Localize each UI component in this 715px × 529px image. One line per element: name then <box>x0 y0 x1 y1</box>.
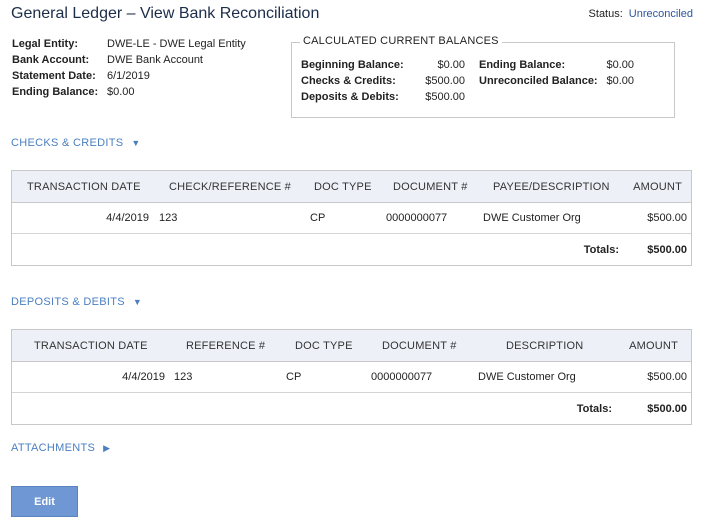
caret-down-icon: ▼ <box>131 138 141 148</box>
legal-entity-value: DWE-LE - DWE Legal Entity <box>107 38 246 50</box>
edit-button[interactable]: Edit <box>11 486 78 517</box>
beginning-balance-label: Beginning Balance: <box>301 59 404 71</box>
column-header-transaction-date[interactable]: TRANSACTION DATE <box>27 171 141 202</box>
legal-entity-row: Legal Entity: DWE-LE - DWE Legal Entity <box>12 36 246 52</box>
calc-ending-balance-value: $0.00 <box>606 59 634 71</box>
legal-entity-label: Legal Entity: <box>12 38 79 50</box>
reconciliation-info: Legal Entity: DWE-LE - DWE Legal Entity B… <box>12 36 246 100</box>
bank-account-label: Bank Account: <box>12 54 90 66</box>
balances-column-right: Ending Balance: $0.00 Unreconciled Balanc… <box>479 57 634 89</box>
attachments-toggle[interactable]: ATTACHMENTS ▶ <box>11 442 110 454</box>
cell-doc-type: CP <box>310 212 326 224</box>
balances-column-left: Beginning Balance: $0.00 Checks & Credits… <box>301 57 465 105</box>
column-header-doc-type[interactable]: DOC TYPE <box>295 330 353 361</box>
cell-document-number: 0000000077 <box>371 371 433 383</box>
column-header-transaction-date[interactable]: TRANSACTION DATE <box>34 330 148 361</box>
deposits-debits-table: TRANSACTION DATE REFERENCE # DOC TYPE DO… <box>11 329 692 425</box>
status-indicator: Status: Unreconciled <box>589 8 693 20</box>
ending-balance-value: $0.00 <box>107 86 135 98</box>
cell-document-number: 0000000077 <box>386 212 448 224</box>
table-header: TRANSACTION DATE REFERENCE # DOC TYPE DO… <box>12 330 691 362</box>
column-header-amount[interactable]: AMOUNT <box>607 330 678 361</box>
cell-amount: $500.00 <box>647 371 687 383</box>
statement-date-value: 6/1/2019 <box>107 70 150 82</box>
caret-down-icon: ▼ <box>132 297 143 307</box>
checks-credits-value: $500.00 <box>425 75 465 87</box>
attachments-section-label: ATTACHMENTS <box>11 442 96 454</box>
caret-right-icon: ▶ <box>103 443 111 453</box>
statement-date-label: Statement Date: <box>12 70 96 82</box>
deposits-debits-section-label: DEPOSITS & DEBITS <box>11 296 125 308</box>
table-row: 4/4/2019 123 CP 0000000077 DWE Customer … <box>12 203 691 234</box>
totals-row: Totals: $500.00 <box>12 393 691 424</box>
cell-check-reference: 123 <box>159 212 178 224</box>
column-header-reference[interactable]: REFERENCE # <box>186 330 265 361</box>
ending-balance-label: Ending Balance: <box>12 86 99 98</box>
checks-credits-toggle[interactable]: CHECKS & CREDITS ▼ <box>11 137 141 149</box>
calc-ending-balance-label: Ending Balance: <box>479 59 566 71</box>
deposits-debits-label: Deposits & Debits: <box>301 91 399 103</box>
checks-credits-section-label: CHECKS & CREDITS <box>11 137 124 149</box>
ending-balance-row: Ending Balance: $0.00 <box>12 84 246 100</box>
page-title: General Ledger – View Bank Reconciliatio… <box>11 5 320 22</box>
column-header-document-number[interactable]: DOCUMENT # <box>393 171 468 202</box>
beginning-balance-value: $0.00 <box>437 59 465 71</box>
cell-doc-type: CP <box>286 371 302 383</box>
totals-label: Totals: <box>583 243 619 256</box>
cell-amount: $500.00 <box>647 212 687 224</box>
deposits-debits-value: $500.00 <box>425 91 465 103</box>
cell-description: DWE Customer Org <box>478 371 576 383</box>
totals-value: $500.00 <box>647 243 687 256</box>
deposits-debits-toggle[interactable]: DEPOSITS & DEBITS ▼ <box>11 296 142 308</box>
status-label: Status: <box>588 8 623 20</box>
table-header: TRANSACTION DATE CHECK/REFERENCE # DOC T… <box>12 171 691 203</box>
totals-row: Totals: $500.00 <box>12 234 691 265</box>
column-header-description[interactable]: DESCRIPTION <box>506 330 583 361</box>
cell-transaction-date: 4/4/2019 <box>122 371 165 383</box>
cell-transaction-date: 4/4/2019 <box>106 212 149 224</box>
unreconciled-balance-value: $0.00 <box>606 75 634 87</box>
column-header-document-number[interactable]: DOCUMENT # <box>382 330 457 361</box>
calculated-balances-panel: CALCULATED CURRENT BALANCES Beginning Ba… <box>291 35 675 118</box>
status-value: Unreconciled <box>628 8 693 20</box>
checks-credits-table: TRANSACTION DATE CHECK/REFERENCE # DOC T… <box>11 170 692 266</box>
unreconciled-balance-label: Unreconciled Balance: <box>479 75 598 87</box>
totals-label: Totals: <box>576 402 612 415</box>
calculated-balances-legend: CALCULATED CURRENT BALANCES <box>300 35 502 47</box>
column-header-payee-description[interactable]: PAYEE/DESCRIPTION <box>493 171 610 202</box>
column-header-doc-type[interactable]: DOC TYPE <box>314 171 372 202</box>
bank-account-value: DWE Bank Account <box>107 54 203 66</box>
cell-reference: 123 <box>174 371 193 383</box>
column-header-check-reference[interactable]: CHECK/REFERENCE # <box>169 171 291 202</box>
column-header-amount[interactable]: AMOUNT <box>612 171 682 202</box>
bank-account-row: Bank Account: DWE Bank Account <box>12 52 246 68</box>
table-row: 4/4/2019 123 CP 0000000077 DWE Customer … <box>12 362 691 393</box>
checks-credits-label: Checks & Credits: <box>301 75 396 87</box>
statement-date-row: Statement Date: 6/1/2019 <box>12 68 246 84</box>
totals-value: $500.00 <box>647 402 687 415</box>
cell-payee-description: DWE Customer Org <box>483 212 581 224</box>
